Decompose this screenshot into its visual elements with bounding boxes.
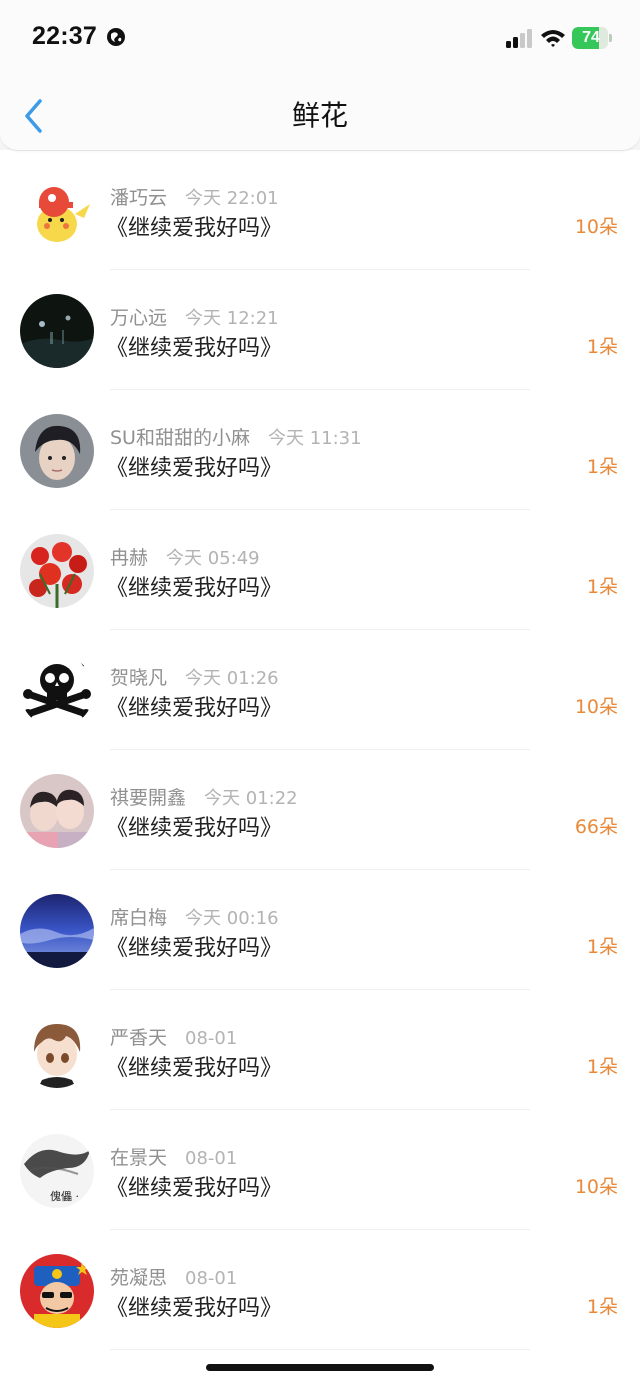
username[interactable]: 苑凝思 (110, 1267, 167, 1289)
song-title: 《继续爱我好吗》 (106, 336, 283, 361)
globe-icon (107, 28, 125, 46)
home-indicator (206, 1364, 434, 1371)
top-bar: 22:37 74 鲜花 (0, 0, 640, 151)
list-item[interactable]: 潘巧云 今天 22:01 《继续爱我好吗》 10朵 (0, 150, 640, 270)
svg-text:傀儡 ·: 傀儡 · (50, 1189, 79, 1203)
username[interactable]: 潘巧云 (110, 187, 167, 209)
username[interactable]: 在景天 (110, 1147, 167, 1169)
battery-icon: 74 (572, 27, 614, 49)
item-meta: 贺晓凡 今天 01:26 (110, 663, 279, 689)
item-meta: SU和甜甜的小麻 今天 11:31 (110, 423, 362, 449)
username[interactable]: 席白梅 (110, 907, 167, 929)
battery-percentage: 74 (582, 29, 600, 46)
timestamp: 今天 22:01 (185, 188, 279, 209)
flower-count: 10朵 (574, 1176, 618, 1198)
flower-count: 66朵 (574, 816, 618, 838)
ink-avatar[interactable]: 傀儡 · (20, 1134, 94, 1208)
flower-list: 潘巧云 今天 22:01 《继续爱我好吗》 10朵 万心远 今天 12:21 《继续爱我好吗… (0, 150, 640, 1385)
timestamp: 08-01 (185, 1268, 238, 1289)
song-title: 《继续爱我好吗》 (106, 696, 283, 721)
flower-count: 1朵 (586, 1296, 618, 1318)
username[interactable]: 贺晓凡 (110, 667, 167, 689)
timestamp: 今天 05:49 (166, 548, 260, 569)
list-item[interactable]: 傀儡 · 在景天 08-01 《继续爱我好吗》 10朵 (0, 1110, 640, 1230)
timestamp: 今天 11:31 (267, 428, 362, 449)
item-meta: 严香天 08-01 (110, 1023, 237, 1049)
night-scene-avatar[interactable] (20, 294, 94, 368)
song-title: 《继续爱我好吗》 (106, 936, 283, 961)
flower-count: 1朵 (586, 576, 618, 598)
list-item[interactable]: 祺要開鑫 今天 01:22 《继续爱我好吗》 66朵 (0, 750, 640, 870)
song-title: 《继续爱我好吗》 (106, 816, 283, 841)
song-title: 《继续爱我好吗》 (106, 456, 283, 481)
flower-count: 1朵 (586, 336, 618, 358)
list-item[interactable]: 冉赫 今天 05:49 《继续爱我好吗》 1朵 (0, 510, 640, 630)
song-title: 《继续爱我好吗》 (106, 1056, 283, 1081)
username[interactable]: SU和甜甜的小麻 (110, 427, 250, 449)
timestamp: 08-01 (185, 1028, 238, 1049)
song-title: 《继续爱我好吗》 (106, 216, 283, 241)
song-title: 《继续爱我好吗》 (106, 576, 283, 601)
timestamp: 08-01 (185, 1148, 238, 1169)
anime-avatar[interactable] (20, 1014, 94, 1088)
flowers-avatar[interactable] (20, 534, 94, 608)
flower-count: 10朵 (574, 216, 618, 238)
wifi-icon (541, 30, 565, 47)
list-item[interactable]: SU和甜甜的小麻 今天 11:31 《继续爱我好吗》 1朵 (0, 390, 640, 510)
item-meta: 席白梅 今天 00:16 (110, 903, 279, 929)
status-time: 22:37 (32, 22, 97, 50)
username[interactable]: 冉赫 (110, 547, 148, 569)
timestamp: 今天 01:26 (185, 668, 279, 689)
page-title: 鲜花 (291, 99, 348, 132)
username[interactable]: 严香天 (110, 1027, 167, 1049)
fortune-god-avatar[interactable] (20, 1254, 94, 1328)
pikachu-avatar[interactable] (20, 174, 94, 248)
skull-avatar[interactable] (20, 654, 94, 728)
divider (110, 1349, 530, 1350)
two-people-avatar[interactable] (20, 774, 94, 848)
portrait-avatar[interactable] (20, 414, 94, 488)
username[interactable]: 万心远 (110, 307, 167, 329)
username[interactable]: 祺要開鑫 (110, 787, 186, 809)
list-item[interactable]: 万心远 今天 12:21 《继续爱我好吗》 1朵 (0, 270, 640, 390)
flower-count: 10朵 (574, 696, 618, 718)
list-item[interactable]: 苑凝思 08-01 《继续爱我好吗》 1朵 (0, 1230, 640, 1350)
timestamp: 今天 01:22 (204, 788, 298, 809)
list-item[interactable]: 贺晓凡 今天 01:26 《继续爱我好吗》 10朵 (0, 630, 640, 750)
item-meta: 祺要開鑫 今天 01:22 (110, 783, 298, 809)
flower-count: 1朵 (586, 456, 618, 478)
list-item[interactable]: 席白梅 今天 00:16 《继续爱我好吗》 1朵 (0, 870, 640, 990)
item-meta: 万心远 今天 12:21 (110, 303, 279, 329)
song-title: 《继续爱我好吗》 (106, 1296, 283, 1321)
song-title: 《继续爱我好吗》 (106, 1176, 283, 1201)
flower-count: 1朵 (586, 1056, 618, 1078)
item-meta: 冉赫 今天 05:49 (110, 543, 260, 569)
item-meta: 潘巧云 今天 22:01 (110, 183, 279, 209)
signal-icon (506, 29, 532, 48)
item-meta: 苑凝思 08-01 (110, 1263, 237, 1289)
list-item[interactable]: 严香天 08-01 《继续爱我好吗》 1朵 (0, 990, 640, 1110)
item-meta: 在景天 08-01 (110, 1143, 237, 1169)
flower-count: 1朵 (586, 936, 618, 958)
timestamp: 今天 12:21 (185, 308, 279, 329)
timestamp: 今天 00:16 (185, 908, 279, 929)
sky-avatar[interactable] (20, 894, 94, 968)
